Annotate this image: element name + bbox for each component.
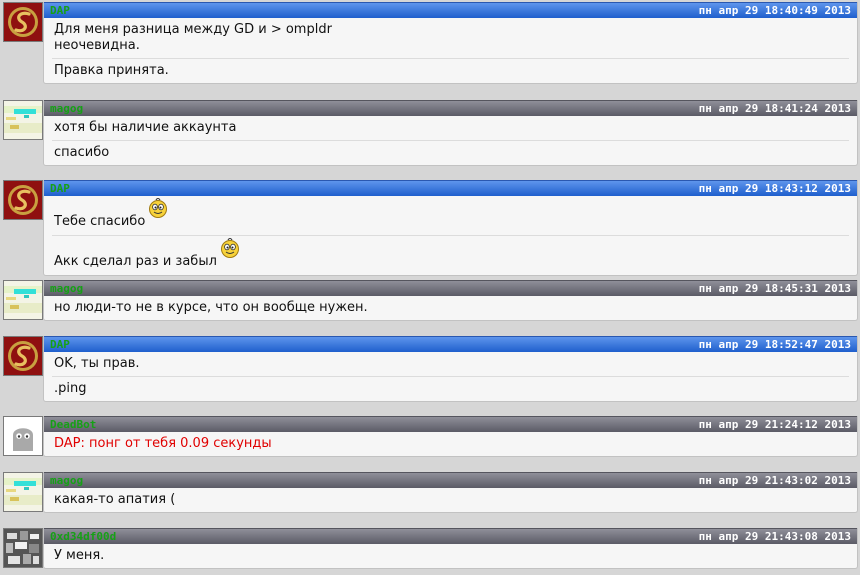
- author-nick[interactable]: DAP: [50, 182, 70, 195]
- message-header: 0xd34df00d пн апр 29 21:43:08 2013: [44, 528, 857, 544]
- smiley-emoticon-icon: [220, 238, 239, 258]
- message-text: но люди-то не в курсе, что он вообще нуж…: [54, 300, 368, 315]
- smiley-emoticon-icon: [149, 198, 168, 218]
- message-text: Правка принята.: [52, 58, 849, 83]
- message-bubble: magog пн апр 29 18:45:31 2013 но люди-то…: [43, 280, 858, 321]
- message-header: DeadBot пн апр 29 21:24:12 2013: [44, 416, 857, 432]
- landscape-thumbnail-icon[interactable]: [3, 100, 43, 140]
- message-bubble: DAP пн апр 29 18:43:12 2013 Тебе спасибо…: [43, 180, 858, 276]
- landscape-thumbnail-icon[interactable]: [3, 472, 43, 512]
- message-text: какая-то апатия (: [54, 492, 176, 507]
- message-bubble: magog пн апр 29 18:41:24 2013 хотя бы на…: [43, 100, 858, 166]
- message-timestamp: пн апр 29 21:24:12 2013: [698, 418, 851, 431]
- author-nick[interactable]: DeadBot: [50, 418, 96, 431]
- author-nick[interactable]: magog: [50, 474, 83, 487]
- default-user-icon[interactable]: [3, 416, 43, 456]
- message-bubble: DAP пн апр 29 18:52:47 2013 OK, ты прав.…: [43, 336, 858, 402]
- message-bubble: DeadBot пн апр 29 21:24:12 2013 DAP: пон…: [43, 416, 858, 457]
- message-timestamp: пн апр 29 21:43:02 2013: [698, 474, 851, 487]
- message-header: magog пн апр 29 18:45:31 2013: [44, 280, 857, 296]
- message-header: magog пн апр 29 18:41:24 2013: [44, 100, 857, 116]
- message-text: спасибо: [52, 140, 849, 165]
- message-header: magog пн апр 29 21:43:02 2013: [44, 472, 857, 488]
- message-header: DAP пн апр 29 18:43:12 2013: [44, 180, 857, 196]
- message-text: .ping: [52, 376, 849, 401]
- message-text: У меня.: [54, 548, 105, 563]
- message-header: DAP пн апр 29 18:52:47 2013: [44, 336, 857, 352]
- message-timestamp: пн апр 29 18:43:12 2013: [698, 182, 851, 195]
- dragon-logo-icon[interactable]: [3, 336, 43, 376]
- message-text: Для меня разница между GD и > ompldr нео…: [54, 22, 332, 53]
- message-text: OK, ты прав.: [54, 356, 140, 371]
- author-nick[interactable]: DAP: [50, 4, 70, 17]
- message-header: DAP пн апр 29 18:40:49 2013: [44, 2, 857, 18]
- dragon-logo-icon[interactable]: [3, 2, 43, 42]
- author-nick[interactable]: 0xd34df00d: [50, 530, 116, 543]
- message-line: Акк сделал раз и забыл: [52, 235, 849, 275]
- landscape-thumbnail-icon[interactable]: [3, 280, 43, 320]
- message-timestamp: пн апр 29 18:41:24 2013: [698, 102, 851, 115]
- message-bubble: DAP пн апр 29 18:40:49 2013 Для меня раз…: [43, 2, 858, 84]
- message-text: Акк сделал раз и забыл: [54, 254, 217, 269]
- dragon-logo-icon[interactable]: [3, 180, 43, 220]
- noise-photo-icon[interactable]: [3, 528, 43, 568]
- bot-reply-text: DAP: понг от тебя 0.09 секунды: [54, 436, 272, 451]
- message-text: Тебе спасибо: [54, 214, 146, 229]
- message-line: Тебе спасибо: [52, 196, 849, 235]
- message-timestamp: пн апр 29 18:52:47 2013: [698, 338, 851, 351]
- message-timestamp: пн апр 29 18:40:49 2013: [698, 4, 851, 17]
- author-nick[interactable]: magog: [50, 102, 83, 115]
- chat-log: DAP пн апр 29 18:40:49 2013 Для меня раз…: [0, 0, 860, 575]
- message-bubble: 0xd34df00d пн апр 29 21:43:08 2013 У мен…: [43, 528, 858, 569]
- message-bubble: magog пн апр 29 21:43:02 2013 какая-то а…: [43, 472, 858, 513]
- message-timestamp: пн апр 29 21:43:08 2013: [698, 530, 851, 543]
- message-text: хотя бы наличие аккаунта: [54, 120, 237, 135]
- author-nick[interactable]: DAP: [50, 338, 70, 351]
- message-timestamp: пн апр 29 18:45:31 2013: [698, 282, 851, 295]
- author-nick[interactable]: magog: [50, 282, 83, 295]
